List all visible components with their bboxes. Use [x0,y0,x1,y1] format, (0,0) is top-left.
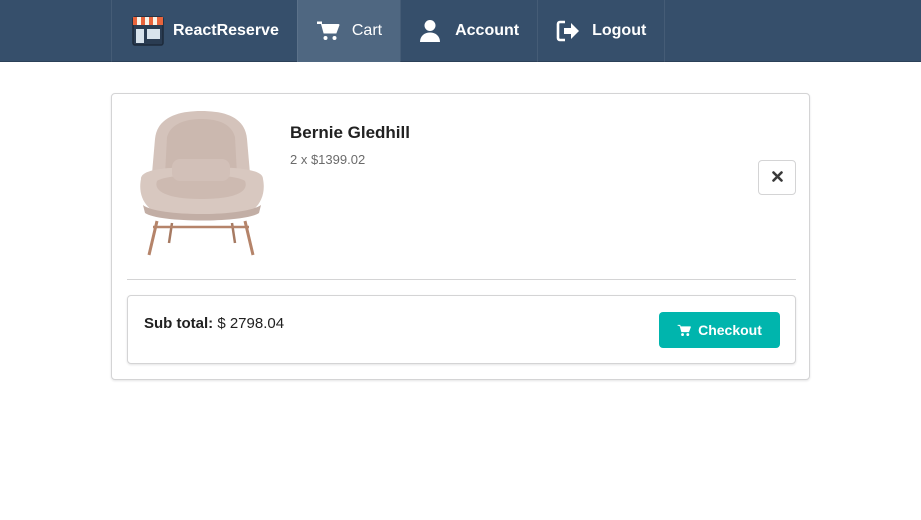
cart-icon [316,16,350,46]
top-navbar: ReactReserve Cart Account Logout [0,0,921,62]
checkout-label: Checkout [698,322,762,338]
checkout-button[interactable]: Checkout [659,312,780,348]
subtotal-value: $ 2798.04 [213,315,285,332]
item-name[interactable]: Bernie Gledhill [290,123,410,143]
brand-label: ReactReserve [173,22,279,39]
nav-item-label: Cart [351,22,383,39]
sign-out-icon [556,16,590,46]
nav-item-label: Logout [592,22,647,39]
cart-item: Bernie Gledhill 2 x $1399.02 [127,109,796,274]
subtotal: Sub total: $ 2798.04 [144,315,284,332]
remove-item-button[interactable] [758,160,796,195]
nav-menu: ReactReserve Cart Account Logout [111,0,666,62]
nav-brand-link[interactable]: ReactReserve [111,0,297,62]
nav-item-account[interactable]: Account [400,0,537,62]
subtotal-segment: Sub total: $ 2798.04 Checkout [127,295,796,364]
product-image[interactable] [127,109,277,259]
cart-icon [677,324,692,337]
subtotal-label: Sub total: [144,315,214,332]
close-icon [771,169,783,187]
nav-item-label: Account [455,22,520,39]
cart-segment: Bernie Gledhill 2 x $1399.02 Sub total: … [111,93,810,380]
user-icon [419,16,453,46]
nav-item-logout[interactable]: Logout [537,0,666,62]
store-logo-icon [131,16,171,46]
nav-item-cart[interactable]: Cart [296,0,401,62]
item-quantity-price: 2 x $1399.02 [290,152,366,167]
divider [127,279,796,280]
